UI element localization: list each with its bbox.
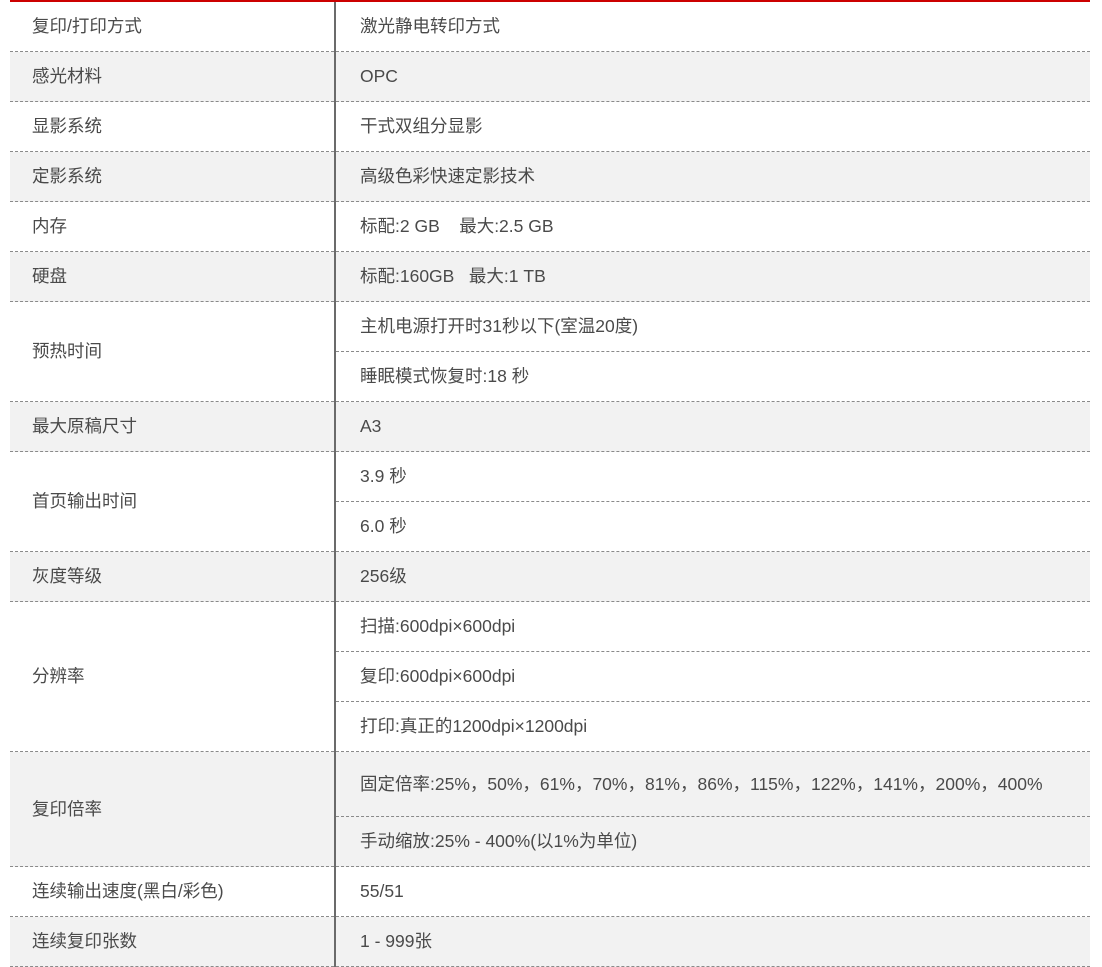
spec-row-resolution: 分辨率 扫描:600dpi×600dpi [10,601,1090,752]
spec-label: 显影系统 [10,101,336,152]
spec-row-print-method: 复印/打印方式 激光静电转印方式 [10,2,1090,52]
spec-value: 标配:160GB 最大:1 TB [335,251,1090,302]
spec-row-developing-system: 显影系统 干式双组分显影 [10,101,1090,152]
spec-value: OPC [335,51,1090,102]
spec-value: 扫描:600dpi×600dpi [335,601,1090,652]
spec-label: 复印倍率 [10,751,336,867]
spec-row-first-page-out: 首页输出时间 3.9 秒 [10,451,1090,552]
spec-value: 复印:600dpi×600dpi [335,651,1090,702]
spec-label: 首页输出时间 [10,451,336,552]
spec-label: 连续输出速度(黑白/彩色) [10,866,336,917]
spec-row-warmup-time: 预热时间 主机电源打开时31秒以下(室温20度) [10,301,1090,402]
spec-label: 内存 [10,201,336,252]
spec-label: 硬盘 [10,251,336,302]
spec-label: 复印/打印方式 [10,2,336,52]
spec-value: A3 [335,401,1090,452]
spec-value: 固定倍率:25%，50%，61%，70%，81%，86%，115%，122%，1… [335,751,1090,817]
spec-row-fixing-system: 定影系统 高级色彩快速定影技术 [10,151,1090,202]
spec-value: 1 - 999张 [335,916,1090,967]
spec-value: 手动缩放:25% - 400%(以1%为单位) [335,816,1090,867]
spec-row-continuous-speed: 连续输出速度(黑白/彩色) 55/51 [10,866,1090,917]
spec-value: 激光静电转印方式 [335,2,1090,52]
spec-value: 55/51 [335,866,1090,917]
spec-table: 复印/打印方式 激光静电转印方式 感光材料 OPC 显影系统 干式双组分显影 定… [10,2,1090,967]
spec-label: 最大原稿尺寸 [10,401,336,452]
spec-label: 分辨率 [10,601,336,752]
spec-row-max-original-size: 最大原稿尺寸 A3 [10,401,1090,452]
spec-value: 主机电源打开时31秒以下(室温20度) [335,301,1090,352]
spec-value: 3.9 秒 [335,451,1090,502]
spec-value: 干式双组分显影 [335,101,1090,152]
spec-label: 连续复印张数 [10,916,336,967]
spec-value: 6.0 秒 [335,501,1090,552]
spec-label: 定影系统 [10,151,336,202]
spec-row-photosensitive-material: 感光材料 OPC [10,51,1090,102]
spec-value: 高级色彩快速定影技术 [335,151,1090,202]
spec-value: 打印:真正的1200dpi×1200dpi [335,701,1090,752]
spec-row-gray-level: 灰度等级 256级 [10,551,1090,602]
spec-table-container: 复印/打印方式 激光静电转印方式 感光材料 OPC 显影系统 干式双组分显影 定… [10,0,1090,967]
spec-row-hard-disk: 硬盘 标配:160GB 最大:1 TB [10,251,1090,302]
spec-row-memory: 内存 标配:2 GB 最大:2.5 GB [10,201,1090,252]
spec-row-continuous-copies: 连续复印张数 1 - 999张 [10,916,1090,967]
spec-value: 睡眠模式恢复时:18 秒 [335,351,1090,402]
spec-label: 灰度等级 [10,551,336,602]
spec-label: 感光材料 [10,51,336,102]
spec-row-copy-ratio: 复印倍率 固定倍率:25%，50%，61%，70%，81%，86%，115%，1… [10,751,1090,867]
spec-label: 预热时间 [10,301,336,402]
spec-value: 标配:2 GB 最大:2.5 GB [335,201,1090,252]
spec-value: 256级 [335,551,1090,602]
